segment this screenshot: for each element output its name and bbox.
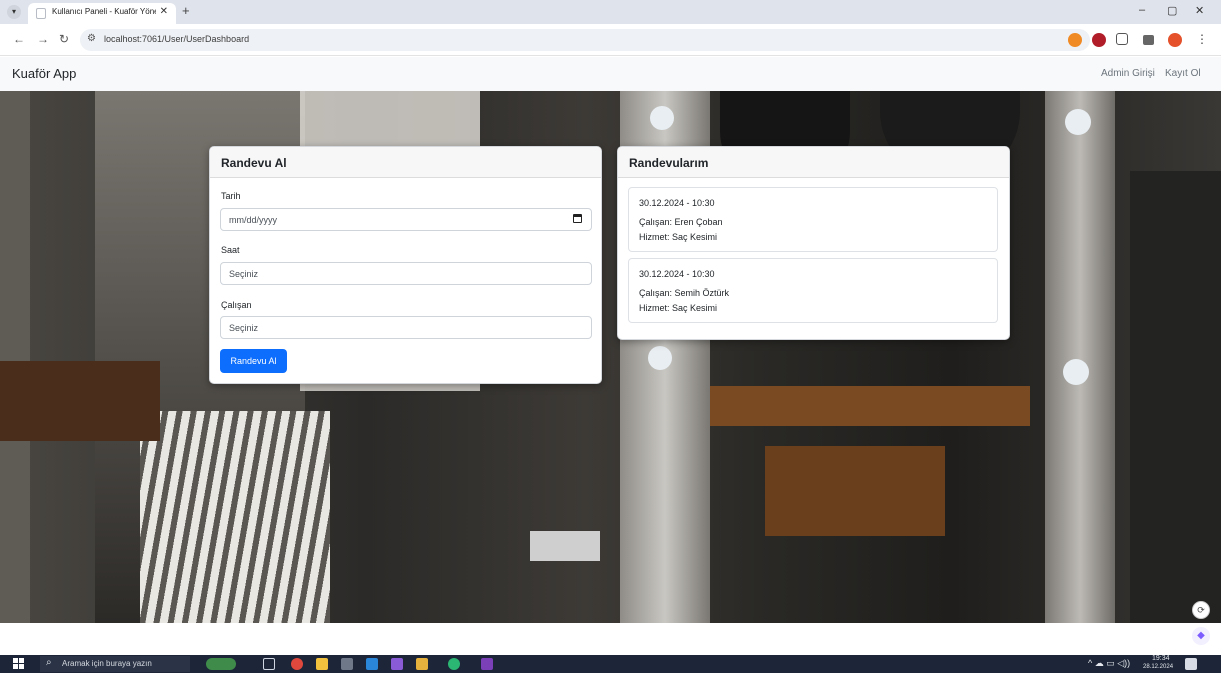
forward-icon[interactable]: → — [37, 32, 49, 46]
reload-icon[interactable]: ↻ — [59, 32, 69, 46]
visual-studio-icon[interactable] — [391, 658, 403, 670]
chrome-icon[interactable] — [291, 658, 303, 670]
taskbar-search-placeholder: Aramak için buraya yazın — [62, 659, 152, 668]
back-icon[interactable]: ← — [13, 32, 25, 46]
employee-select-value: Seçiniz — [229, 323, 259, 333]
app-icon[interactable] — [481, 658, 493, 670]
my-appointments-title: Randevularım — [618, 147, 1009, 178]
nav-link-admin-login[interactable]: Admin Girişi — [1101, 68, 1155, 79]
employee-label: Çalışan — [221, 300, 252, 310]
terminal-icon[interactable] — [341, 658, 353, 670]
reading-list-icon[interactable] — [1143, 35, 1154, 45]
appointment-datetime: 30.12.2024 - 10:30 — [639, 198, 715, 208]
maximize-button[interactable]: ▢ — [1167, 4, 1177, 17]
minimize-button[interactable]: – — [1139, 4, 1145, 16]
profile-avatar-icon[interactable] — [1168, 33, 1182, 47]
page-favicon-icon — [36, 8, 46, 19]
extension-icon[interactable] — [1092, 33, 1106, 47]
appointment-form-title: Randevu Al — [210, 147, 601, 178]
time-label: Saat — [221, 245, 240, 255]
navbar-brand[interactable]: Kuaför App — [12, 66, 76, 81]
extensions-puzzle-icon[interactable] — [1116, 33, 1128, 45]
appointment-item: 30.12.2024 - 10:30 Çalışan: Eren Çoban H… — [628, 187, 998, 252]
date-label: Tarih — [221, 191, 241, 201]
tab-search-icon[interactable]: ▾ — [7, 5, 21, 19]
nav-link-register[interactable]: Kayıt Ol — [1165, 68, 1201, 79]
appointment-service: Hizmet: Saç Kesimi — [639, 303, 718, 313]
date-input[interactable]: mm/dd/yyyy — [220, 208, 592, 231]
book-appointment-button[interactable]: Randevu Al — [220, 349, 287, 373]
my-appointments-card: Randevularım 30.12.2024 - 10:30 Çalışan:… — [617, 146, 1010, 340]
browser-menu-icon[interactable]: ⋮ — [1196, 32, 1208, 46]
barbershop-background-image — [0, 91, 1221, 623]
tab-title: Kullanıcı Paneli - Kuaför Yöneti — [52, 7, 156, 16]
tab-close-icon[interactable]: ✕ — [160, 6, 168, 17]
app-icon[interactable] — [416, 658, 428, 670]
notification-icon[interactable] — [1185, 658, 1197, 670]
search-icon: ⌕ — [46, 657, 52, 668]
appointment-form-card: Randevu Al Tarih mm/dd/yyyy Saat Seçiniz… — [209, 146, 602, 384]
taskbar-search-input[interactable]: ⌕ Aramak için buraya yazın — [40, 656, 190, 672]
extension-icon[interactable] — [1068, 33, 1082, 47]
close-window-button[interactable]: ✕ — [1195, 4, 1204, 17]
time-select-value: Seçiniz — [229, 269, 259, 279]
calendar-icon[interactable] — [573, 214, 582, 223]
employee-select[interactable]: Seçiniz — [220, 316, 592, 339]
page-footer-area — [0, 623, 1221, 655]
appointment-service: Hizmet: Saç Kesimi — [639, 232, 718, 242]
translate-widget-icon[interactable]: ⟳ — [1192, 601, 1210, 619]
taskbar-date[interactable]: 28.12.2024 — [1143, 664, 1173, 670]
site-info-icon[interactable]: ⚙ — [87, 33, 96, 44]
windows-start-icon[interactable] — [13, 658, 25, 670]
appointment-employee: Çalışan: Semih Öztürk — [639, 288, 730, 298]
assistant-widget-icon[interactable]: ◆ — [1192, 627, 1210, 645]
windows-taskbar: ⌕ Aramak için buraya yazın ^ ☁ ▭ ◁)) 19:… — [0, 655, 1221, 673]
system-tray-icons[interactable]: ^ ☁ ▭ ◁)) — [1088, 658, 1130, 669]
file-explorer-icon[interactable] — [316, 658, 328, 670]
browser-tab-strip: ▾ Kullanıcı Paneli - Kuaför Yöneti ✕ + –… — [0, 0, 1221, 24]
time-select[interactable]: Seçiniz — [220, 262, 592, 285]
appointment-employee: Çalışan: Eren Çoban — [639, 217, 723, 227]
vscode-icon[interactable] — [366, 658, 378, 670]
appointment-item: 30.12.2024 - 10:30 Çalışan: Semih Öztürk… — [628, 258, 998, 323]
date-input-value: mm/dd/yyyy — [229, 215, 278, 225]
app-navbar: Kuaför App Admin Girişi Kayıt Ol — [0, 57, 1221, 91]
appointment-datetime: 30.12.2024 - 10:30 — [639, 269, 715, 279]
whatsapp-icon[interactable] — [448, 658, 460, 670]
task-view-icon[interactable] — [263, 658, 275, 670]
browser-tab[interactable]: Kullanıcı Paneli - Kuaför Yöneti ✕ — [28, 3, 176, 24]
url-text: localhost:7061/User/UserDashboard — [104, 34, 250, 44]
weather-widget-icon[interactable] — [206, 658, 236, 670]
browser-toolbar: ← → ↻ ⚙ localhost:7061/User/UserDashboar… — [0, 24, 1221, 56]
new-tab-button[interactable]: + — [182, 3, 190, 18]
address-bar[interactable]: ⚙ localhost:7061/User/UserDashboard ☆ — [80, 29, 1090, 51]
taskbar-time[interactable]: 19:34 — [1152, 655, 1170, 662]
